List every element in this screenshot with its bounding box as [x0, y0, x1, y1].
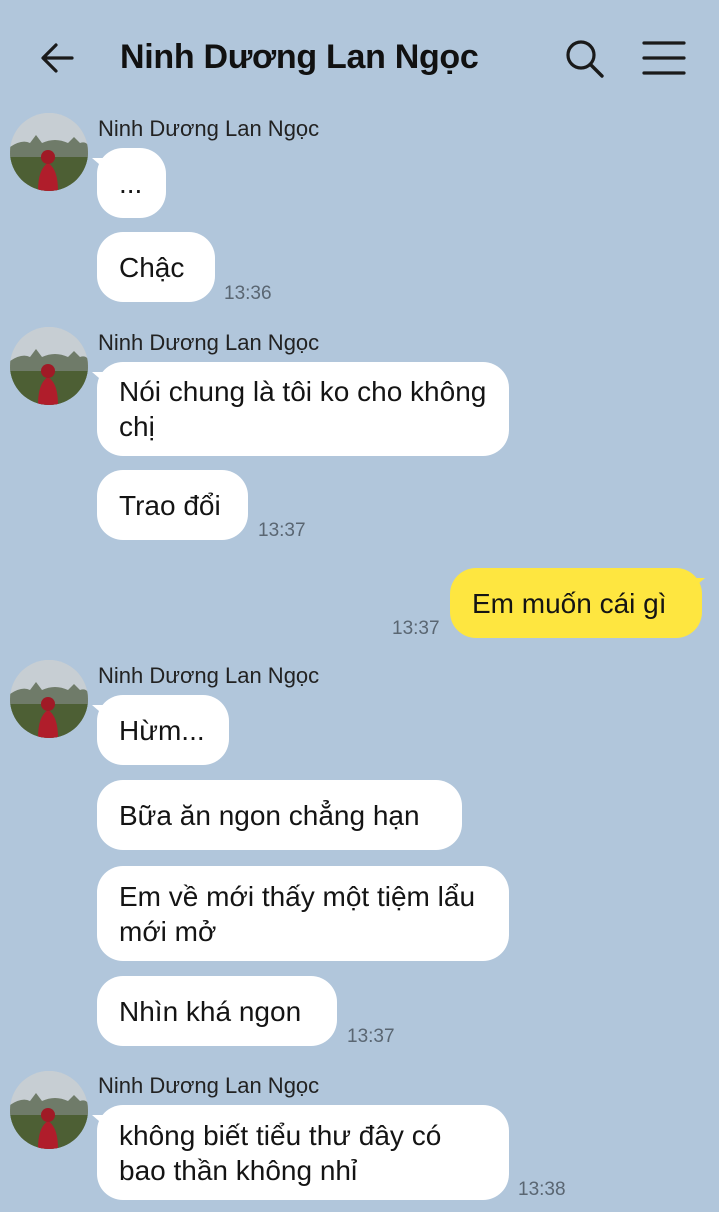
avatar[interactable]	[10, 1071, 88, 1149]
avatar-image	[10, 1071, 88, 1149]
avatar[interactable]	[10, 660, 88, 738]
message-bubble[interactable]: Nhìn khá ngon	[97, 976, 337, 1046]
sender-name: Ninh Dương Lan Ngọc	[98, 116, 320, 141]
message-text: Hừm...	[119, 714, 205, 746]
message-bubble[interactable]: Em về mới thấy một tiệm lẩu mới mở	[97, 866, 509, 961]
outgoing-message-bubble[interactable]: Em muốn cái gì	[450, 568, 702, 638]
avatar[interactable]	[10, 327, 88, 405]
message-text: ...	[119, 167, 143, 199]
message-bubble[interactable]: không biết tiểu thư đây có bao thần khôn…	[97, 1105, 509, 1200]
message-text: Bữa ăn ngon chẳng hạn	[119, 799, 420, 831]
avatar-image	[10, 660, 88, 738]
message-bubble[interactable]: Bữa ăn ngon chẳng hạn	[97, 780, 462, 850]
message-timestamp: 13:37	[258, 520, 306, 541]
message-text: Nhìn khá ngon	[119, 995, 302, 1027]
message-timestamp: 13:37	[347, 1026, 395, 1047]
search-button[interactable]	[562, 36, 606, 80]
menu-button[interactable]	[640, 36, 688, 80]
hamburger-menu-icon	[642, 41, 686, 75]
message-bubble[interactable]: ...	[97, 148, 166, 218]
avatar-image	[10, 113, 88, 191]
message-text: không biết tiểu thư đây có bao thần khôn…	[119, 1119, 442, 1186]
chat-title: Ninh Dương Lan Ngọc	[120, 38, 479, 76]
back-button[interactable]	[36, 36, 80, 80]
message-timestamp: 13:37	[392, 618, 440, 639]
message-bubble[interactable]: Chậc	[97, 232, 215, 302]
message-text: Em về mới thấy một tiệm lẩu mới mở	[119, 880, 476, 947]
search-icon	[566, 40, 604, 78]
message-text: Trao đổi	[119, 489, 221, 521]
message-bubble[interactable]: Trao đổi	[97, 470, 248, 540]
bubble-tail	[691, 578, 705, 590]
chat-header: Ninh Dương Lan Ngọc	[0, 0, 719, 110]
avatar[interactable]	[10, 113, 88, 191]
message-text: Chậc	[119, 251, 185, 283]
message-text: Nói chung là tôi ko cho không chị	[119, 376, 487, 442]
message-bubble[interactable]: Hừm...	[97, 695, 229, 765]
message-text: Em muốn cái gì	[472, 587, 667, 619]
message-bubble[interactable]: Nói chung là tôi ko cho không chị	[97, 362, 509, 456]
sender-name: Ninh Dương Lan Ngọc	[98, 1073, 320, 1098]
sender-name: Ninh Dương Lan Ngọc	[98, 330, 320, 355]
message-timestamp: 13:36	[224, 283, 272, 304]
message-timestamp: 13:38	[518, 1179, 566, 1200]
arrow-left-icon	[41, 43, 74, 73]
sender-name: Ninh Dương Lan Ngọc	[98, 663, 320, 688]
avatar-image	[10, 327, 88, 405]
